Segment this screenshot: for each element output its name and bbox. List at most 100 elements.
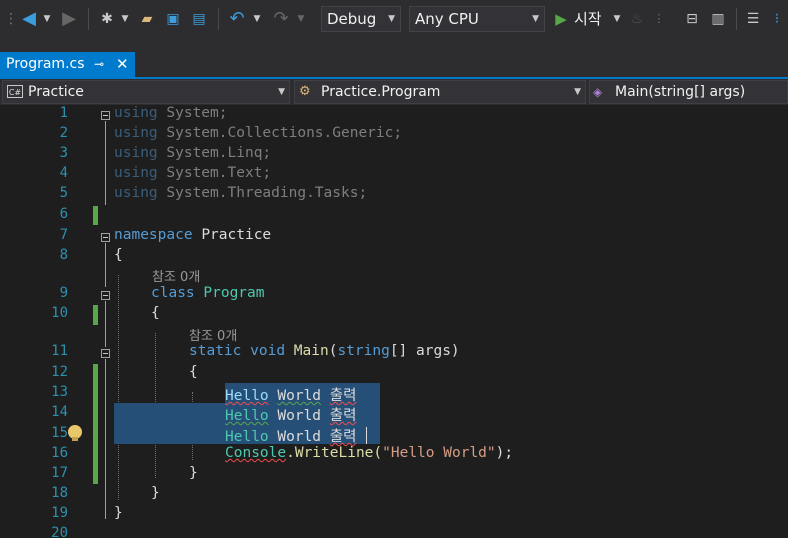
identifier: World	[277, 388, 322, 404]
save-all-icon[interactable]: ▤	[188, 8, 210, 30]
document-tab-bar: Program.cs ⊸ ✕	[0, 38, 788, 77]
undo-dropdown-icon[interactable]: ▼	[252, 8, 262, 30]
uncomment-icon[interactable]: ⁝	[768, 8, 786, 30]
new-project-icon[interactable]: ✱	[96, 8, 118, 30]
member-dropdown[interactable]: ◈ Main(string[] args)	[589, 80, 788, 104]
line-number: 2	[59, 125, 68, 141]
fold-guide	[105, 301, 106, 347]
code-line: Hello World 출력	[225, 425, 356, 446]
lightbulb-icon[interactable]	[68, 425, 82, 441]
code-line: Hello World 출력	[225, 384, 356, 405]
change-indicator	[93, 305, 98, 325]
hot-reload-icon[interactable]: ♨	[628, 8, 646, 30]
code-line: class Program	[151, 285, 265, 301]
namespace-ref: System.Text;	[166, 165, 272, 181]
keyword: using	[114, 185, 158, 201]
line-number: 16	[51, 445, 68, 461]
fold-guide	[105, 121, 106, 205]
separator	[218, 8, 219, 30]
change-indicator	[93, 206, 98, 225]
text-cursor	[366, 427, 367, 444]
chevron-down-icon: ▼	[278, 87, 285, 97]
back-icon[interactable]: ◀	[18, 8, 40, 30]
project-name: Practice	[28, 84, 84, 100]
fold-toggle-icon[interactable]	[101, 349, 110, 358]
identifier: Hello	[225, 429, 269, 445]
code-line: using System.Collections.Generic;	[114, 125, 402, 141]
line-number: 7	[59, 227, 68, 243]
code-line: }	[151, 485, 160, 501]
member-name: Main(string[] args)	[615, 84, 746, 100]
breakpoint-window-icon[interactable]: ⊟	[682, 8, 702, 30]
line-number: 6	[59, 206, 68, 222]
method-call: .WriteLine(	[286, 445, 383, 461]
chevron-down-icon: ▼	[574, 87, 581, 97]
solution-platform-dropdown[interactable]: Any CPU ▼	[409, 6, 545, 32]
save-icon[interactable]: ▣	[162, 8, 184, 30]
codelens-references[interactable]: 참조 0개	[152, 266, 200, 285]
codelens-references[interactable]: 참조 0개	[189, 325, 237, 344]
tab-title: Program.cs	[6, 56, 85, 72]
code-line: {	[114, 247, 123, 263]
line-number: 20	[51, 525, 68, 538]
fold-toggle-icon[interactable]	[101, 291, 110, 300]
brace: }	[114, 505, 123, 521]
brace: }	[151, 485, 160, 501]
string-literal: "Hello World"	[382, 445, 496, 461]
layout-icon[interactable]: ▥	[708, 8, 728, 30]
start-dropdown-icon[interactable]: ▼	[612, 8, 622, 30]
step-icon[interactable]: ⋮	[652, 8, 666, 30]
code-line: }	[189, 465, 198, 481]
close-icon[interactable]: ✕	[116, 52, 129, 77]
toolbar: ⋮ ◀ ▼ ▶ ✱ ▼ ▰ ▣ ▤ ↶ ▼ ↷ ▼ Debug ▼ Any CP…	[0, 0, 788, 38]
punctuation: );	[495, 445, 514, 461]
line-number: 17	[51, 465, 68, 481]
keyword: static	[189, 343, 242, 359]
forward-icon[interactable]: ▶	[58, 8, 80, 30]
platform-value: Any CPU	[415, 10, 479, 28]
class-name: Console	[225, 445, 287, 461]
chevron-down-icon: ▼	[532, 14, 539, 24]
line-number: 15	[51, 425, 68, 441]
undo-icon[interactable]: ↶	[226, 8, 248, 30]
fold-guide	[105, 243, 106, 287]
code-line: {	[189, 364, 198, 380]
identifier: World	[277, 429, 322, 445]
code-editor[interactable]: 1 2 3 4 5 6 7 8 9 10 11 12 13 14 15 16 1…	[0, 105, 788, 538]
fold-toggle-icon[interactable]	[101, 233, 110, 242]
keyword: using	[114, 125, 158, 141]
tab-program-cs[interactable]: Program.cs ⊸ ✕	[0, 52, 135, 77]
open-folder-icon[interactable]: ▰	[136, 8, 158, 30]
code-line: static void Main(string[] args)	[189, 343, 460, 359]
csharp-project-icon: C#	[7, 85, 23, 98]
start-button-label[interactable]: 시작	[574, 8, 610, 30]
indent-guide	[118, 275, 119, 500]
method-name: Main	[293, 343, 329, 359]
line-number: 10	[51, 305, 68, 321]
start-icon[interactable]: ▶	[552, 8, 570, 30]
back-dropdown-icon[interactable]: ▼	[42, 8, 52, 30]
code-line: using System;	[114, 105, 228, 121]
solution-configuration-dropdown[interactable]: Debug ▼	[321, 6, 401, 32]
redo-dropdown-icon[interactable]: ▼	[296, 8, 306, 30]
keyword: string	[337, 343, 390, 359]
identifier: 출력	[329, 408, 357, 424]
pin-icon[interactable]: ⊸	[94, 52, 104, 77]
line-number: 4	[59, 165, 68, 181]
line-number: 18	[51, 485, 68, 501]
comment-icon[interactable]: ☰	[744, 8, 762, 30]
keyword: namespace	[114, 227, 193, 243]
namespace-ref: System.Threading.Tasks;	[166, 185, 368, 201]
namespace-ref: System.Linq;	[166, 145, 272, 161]
code-line: namespace Practice	[114, 227, 271, 243]
navigation-bar: C# Practice ▼ ⚙ Practice.Program ▼ ◈ Mai…	[0, 79, 788, 105]
type-dropdown[interactable]: ⚙ Practice.Program ▼	[294, 80, 586, 104]
fold-toggle-icon[interactable]	[101, 111, 110, 120]
keyword: class	[151, 285, 195, 301]
new-dropdown-icon[interactable]: ▼	[120, 8, 130, 30]
project-dropdown[interactable]: C# Practice ▼	[2, 80, 290, 104]
redo-icon[interactable]: ↷	[270, 8, 292, 30]
brace: }	[189, 465, 198, 481]
code-line: }	[114, 505, 123, 521]
identifier: World	[277, 408, 322, 424]
